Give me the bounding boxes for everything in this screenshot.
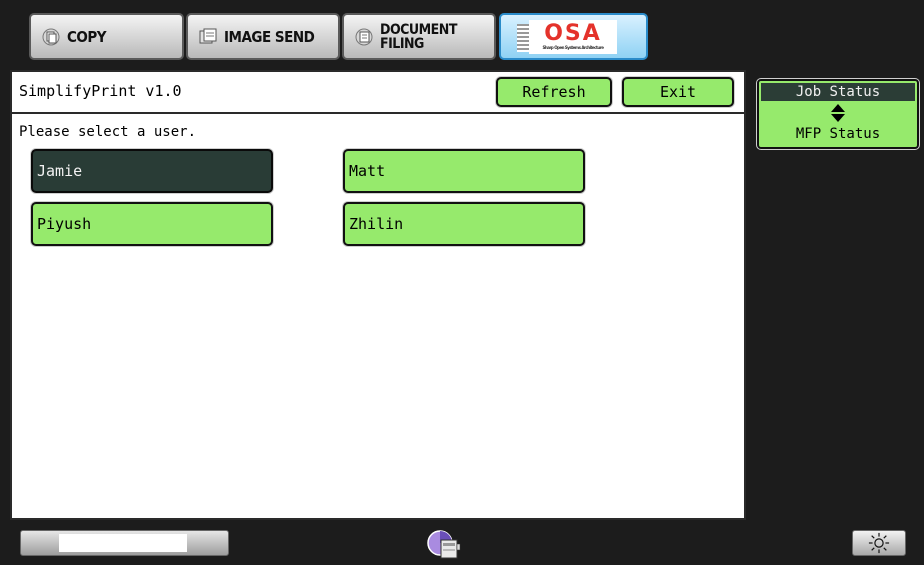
copy-icon bbox=[41, 27, 61, 47]
progress-bar bbox=[20, 530, 229, 556]
exit-button[interactable]: Exit bbox=[622, 77, 734, 107]
job-mfp-status-toggle[interactable]: Job Status MFP Status bbox=[757, 79, 919, 149]
user-button-piyush[interactable]: Piyush bbox=[31, 202, 273, 246]
tab-copy[interactable]: COPY bbox=[29, 13, 184, 60]
osa-logo-stripes bbox=[517, 23, 529, 52]
mfp-status-label: MFP Status bbox=[795, 126, 881, 142]
user-button-jamie[interactable]: Jamie bbox=[31, 149, 273, 193]
tab-image-send-label: IMAGE SEND bbox=[224, 27, 315, 46]
app-title: SimplifyPrint v1.0 bbox=[19, 82, 182, 100]
tab-image-send[interactable]: IMAGE SEND bbox=[186, 13, 340, 60]
select-user-prompt: Please select a user. bbox=[19, 124, 197, 140]
document-filing-icon bbox=[354, 27, 374, 47]
machine-status-icon[interactable] bbox=[427, 526, 461, 562]
progress-bar-fill bbox=[59, 534, 187, 552]
tab-copy-label: COPY bbox=[67, 27, 107, 46]
job-status-label: Job Status bbox=[761, 83, 915, 101]
osa-logo-text: OSA bbox=[544, 20, 602, 46]
tab-filing-line2: FILING bbox=[380, 35, 424, 52]
brightness-icon bbox=[868, 532, 890, 554]
tab-filing-line1: DOCUMENT bbox=[380, 21, 457, 38]
app-panel: SimplifyPrint v1.0 Refresh Exit Please s… bbox=[10, 70, 746, 520]
image-send-icon bbox=[198, 27, 218, 47]
osa-logo-tagline: Sharp Open Systems Architecture bbox=[542, 44, 604, 50]
bottom-bar bbox=[0, 522, 924, 565]
user-button-matt[interactable]: Matt bbox=[343, 149, 585, 193]
tab-document-filing[interactable]: DOCUMENT FILING bbox=[342, 13, 496, 60]
up-down-arrows-icon bbox=[831, 104, 845, 122]
tab-osa[interactable]: OSA Sharp Open Systems Architecture bbox=[499, 13, 648, 60]
mode-tab-bar: COPY IMAGE SEND DOCUMENT FILING OSA Shar… bbox=[0, 0, 924, 64]
app-title-bar: SimplifyPrint v1.0 Refresh Exit bbox=[12, 72, 744, 114]
refresh-button[interactable]: Refresh bbox=[496, 77, 612, 107]
tab-document-filing-label: DOCUMENT FILING bbox=[380, 23, 457, 51]
osa-logo: OSA Sharp Open Systems Architecture bbox=[517, 19, 617, 54]
user-button-zhilin[interactable]: Zhilin bbox=[343, 202, 585, 246]
brightness-button[interactable] bbox=[852, 530, 906, 556]
